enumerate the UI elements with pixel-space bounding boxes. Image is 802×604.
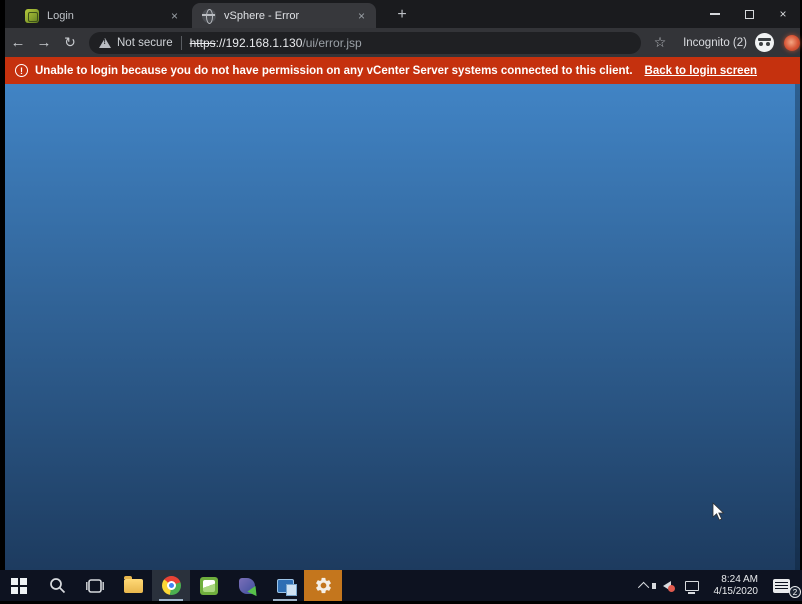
recording-indicator-dot (784, 34, 800, 51)
bookmark-star-icon[interactable]: ☆ (651, 34, 669, 51)
file-explorer-button[interactable] (114, 570, 152, 601)
address-bar[interactable]: Not secure https://192.168.1.130/ui/erro… (89, 31, 641, 54)
new-tab-button[interactable]: + (390, 4, 414, 26)
vsphere-page-background (5, 84, 800, 570)
vm-console-button[interactable] (266, 570, 304, 601)
installer-icon (239, 577, 255, 594)
tab-close-icon[interactable]: × (355, 9, 368, 23)
tab-title: vSphere - Error (224, 9, 300, 22)
settings-gear-icon (315, 577, 331, 594)
volume-button[interactable] (651, 570, 678, 601)
start-button[interactable] (0, 570, 38, 601)
settings-button[interactable] (304, 570, 342, 601)
tab-vsphere-error[interactable]: vSphere - Error × (192, 3, 376, 28)
search-button[interactable] (38, 570, 76, 601)
minimize-icon (710, 13, 720, 15)
globe-favicon (202, 8, 216, 24)
screen: Login × vSphere - Error × + × ← → ↻ Not … (0, 0, 802, 604)
back-button[interactable]: ← (5, 34, 31, 51)
mute-indicator-dot (667, 585, 675, 592)
file-explorer-icon (123, 575, 143, 593)
search-icon (49, 578, 65, 594)
not-secure-warning-icon (99, 37, 111, 48)
back-to-login-link[interactable]: Back to login screen (645, 65, 757, 77)
browser-toolbar: ← → ↻ Not secure https://192.168.1.130/u… (5, 28, 800, 57)
network-button[interactable] (678, 570, 706, 601)
not-secure-label[interactable]: Not secure (117, 37, 173, 49)
forward-button[interactable]: → (31, 34, 57, 51)
photos-icon (200, 576, 218, 595)
mouse-cursor-icon (712, 502, 725, 521)
restore-button[interactable] (732, 0, 766, 28)
network-icon (684, 580, 699, 594)
windows-taskbar: 8:24 AM 4/15/2020 2 (0, 570, 802, 601)
tab-login[interactable]: Login × (15, 3, 189, 28)
task-view-icon (86, 578, 104, 593)
notification-badge: 2 (789, 586, 801, 598)
photos-button[interactable] (190, 570, 228, 601)
minimize-button[interactable] (698, 0, 732, 28)
chrome-button[interactable] (152, 570, 190, 601)
tab-strip: Login × vSphere - Error × + × (5, 0, 800, 28)
chevron-up-icon (637, 581, 649, 593)
installer-button[interactable] (228, 570, 266, 601)
clock-date: 4/15/2020 (713, 585, 759, 597)
clock-time: 8:24 AM (721, 573, 758, 585)
windows-logo-icon (11, 577, 27, 594)
url-path: /ui/error.jsp (302, 35, 362, 50)
reload-button[interactable]: ↻ (57, 34, 83, 51)
chrome-icon (161, 576, 181, 595)
vm-console-icon (276, 578, 297, 596)
url-scheme: https (189, 35, 216, 50)
task-view-button[interactable] (76, 570, 114, 601)
url-text: https://192.168.1.130/ui/error.jsp (190, 36, 362, 50)
taskbar-clock[interactable]: 8:24 AM 4/15/2020 (706, 574, 767, 598)
incognito-label: Incognito (2) (683, 36, 747, 49)
close-button[interactable]: × (766, 0, 800, 28)
notification-center-button[interactable]: 2 (766, 570, 802, 601)
system-tray: 8:24 AM 4/15/2020 2 (634, 570, 802, 601)
error-banner: ! Unable to login because you do not hav… (5, 57, 800, 84)
page-scrollbar[interactable] (795, 84, 800, 570)
error-message: Unable to login because you do not have … (35, 64, 633, 77)
window-controls: × (698, 0, 800, 28)
notification-icon (773, 578, 790, 593)
alert-icon: ! (15, 64, 28, 77)
browser-window: Login × vSphere - Error × + × ← → ↻ Not … (5, 0, 800, 570)
restore-icon (744, 9, 754, 19)
omnibox-divider (180, 35, 182, 50)
url-host: ://192.168.1.130 (215, 35, 303, 50)
incognito-icon (755, 33, 774, 52)
vmware-login-favicon (25, 8, 39, 23)
tab-title: Login (47, 9, 74, 22)
tab-close-icon[interactable]: × (168, 9, 181, 23)
